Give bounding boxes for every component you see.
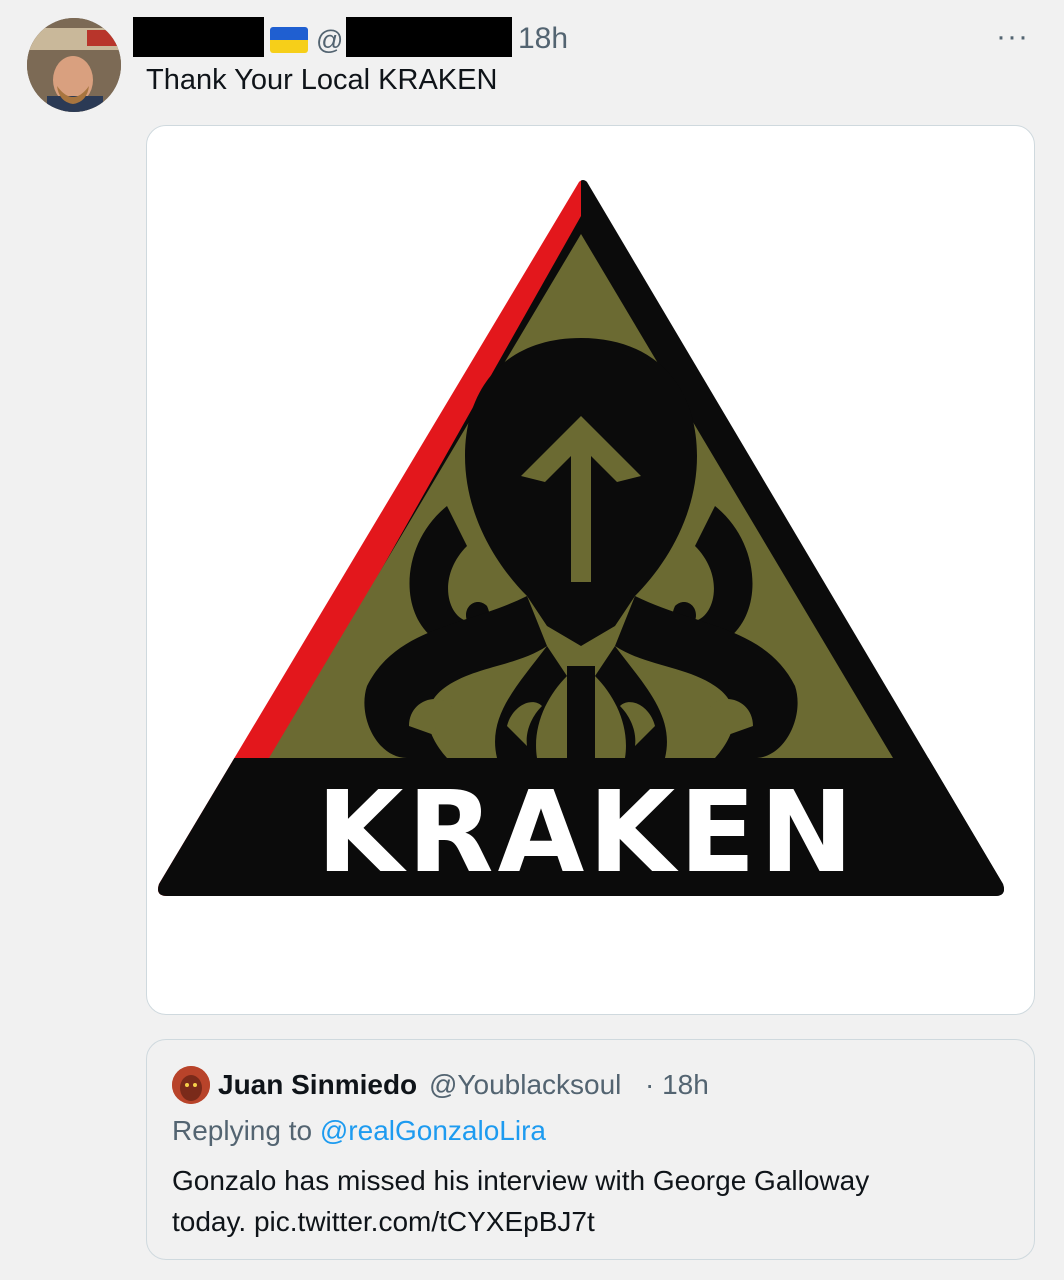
author-avatar[interactable] bbox=[27, 18, 121, 112]
ukraine-flag-icon bbox=[270, 27, 308, 53]
replying-to: Replying to @realGonzaloLira bbox=[172, 1115, 546, 1147]
quoted-tweet-text: Gonzalo has missed his interview with Ge… bbox=[172, 1160, 1012, 1242]
quoted-author-avatar[interactable] bbox=[172, 1066, 210, 1104]
quoted-text-line-2: today. pic.twitter.com/tCYXEpBJ7t bbox=[172, 1206, 595, 1237]
quoted-text-line-1: Gonzalo has missed his interview with Ge… bbox=[172, 1165, 870, 1196]
replying-handle-link[interactable]: @realGonzaloLira bbox=[320, 1115, 546, 1146]
more-icon[interactable]: ··· bbox=[996, 20, 1029, 54]
quoted-author-name[interactable]: Juan Sinmiedo bbox=[218, 1069, 417, 1101]
tweet-text: Thank Your Local KRAKEN bbox=[146, 64, 498, 96]
tweet-media-image[interactable]: KRAKEN bbox=[146, 125, 1035, 1015]
redacted-display-name bbox=[133, 17, 264, 57]
quoted-tweet[interactable]: Juan Sinmiedo @Youblacksoul · 18h Replyi… bbox=[146, 1039, 1035, 1260]
quoted-author-handle[interactable]: @Youblacksoul bbox=[429, 1069, 621, 1101]
tweet-time[interactable]: 18h bbox=[518, 22, 568, 56]
quoted-tweet-time[interactable]: · 18h bbox=[645, 1069, 709, 1101]
redacted-handle bbox=[346, 17, 512, 57]
logo-text: KRAKEN bbox=[317, 768, 858, 898]
kraken-logo: KRAKEN bbox=[158, 180, 1004, 898]
handle-prefix: @ bbox=[316, 25, 344, 55]
replying-prefix: Replying to bbox=[172, 1115, 320, 1146]
